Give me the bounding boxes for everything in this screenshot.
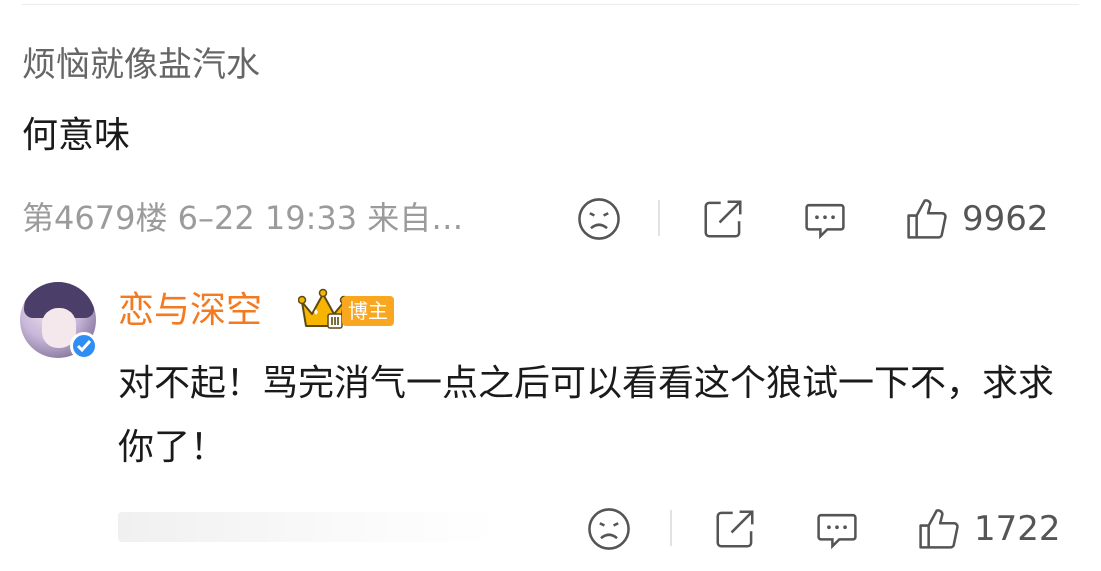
dislike-button[interactable] bbox=[576, 194, 622, 244]
comment-button[interactable] bbox=[802, 194, 848, 244]
comment-icon bbox=[817, 513, 857, 550]
share-icon bbox=[704, 200, 742, 238]
comment-meta: 第4679楼 6–22 19:33 来自… bbox=[22, 199, 464, 237]
comment-icon bbox=[805, 203, 845, 240]
reply-text: 对不起！骂完消气一点之后可以看看这个狼试一下不，求求你了！ bbox=[118, 363, 1055, 468]
like-button[interactable]: 9962 bbox=[904, 194, 1049, 244]
reply-like-count: 1722 bbox=[974, 509, 1061, 549]
verified-badge bbox=[70, 332, 98, 360]
reply-actions: 1722 bbox=[582, 504, 1082, 554]
faded-meta bbox=[118, 512, 498, 542]
like-count: 9962 bbox=[962, 199, 1049, 239]
sad-face-icon bbox=[578, 198, 620, 240]
comment-subtext: 烦恼就像盐汽水 bbox=[22, 45, 260, 85]
share-icon bbox=[716, 510, 754, 548]
action-separator bbox=[658, 200, 660, 236]
thumbs-up-icon bbox=[907, 199, 947, 239]
comment-text: 何意味 bbox=[22, 115, 131, 156]
reply-like-button[interactable]: 1722 bbox=[916, 504, 1061, 554]
reply-share-button[interactable] bbox=[712, 504, 758, 554]
reply-dislike-button[interactable] bbox=[586, 504, 632, 554]
blogger-badge: 博主 bbox=[342, 296, 394, 326]
action-separator bbox=[670, 510, 672, 546]
share-button[interactable] bbox=[700, 194, 746, 244]
comment-actions: 9962 bbox=[570, 194, 1070, 244]
thumbs-up-icon bbox=[919, 509, 959, 549]
crown-icon bbox=[298, 288, 348, 329]
verified-check-icon bbox=[76, 340, 92, 353]
reply-username[interactable]: 恋与深空 bbox=[118, 286, 262, 336]
top-divider bbox=[22, 4, 1079, 5]
reply-comment-button[interactable] bbox=[814, 504, 860, 554]
sad-face-icon bbox=[588, 508, 630, 550]
